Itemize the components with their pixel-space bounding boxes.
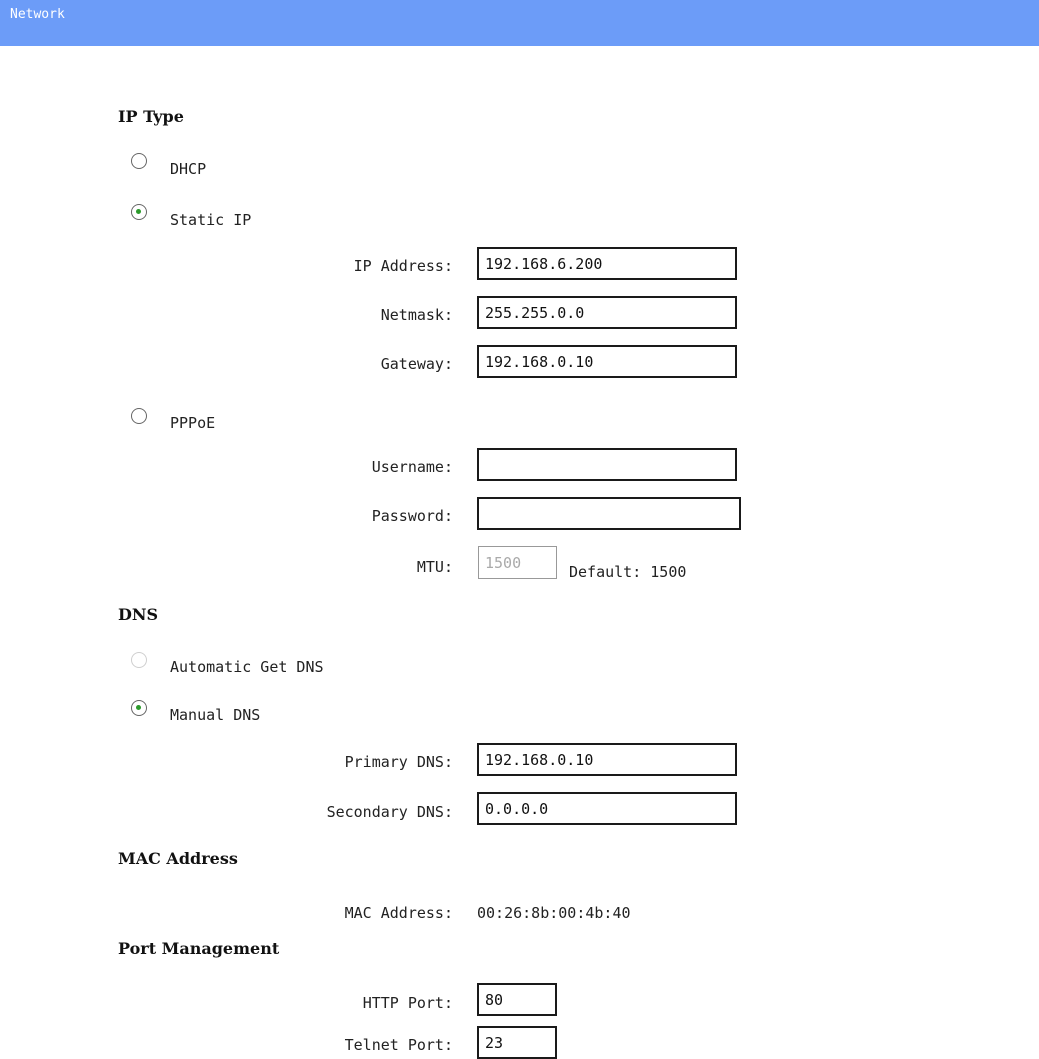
secondary-dns-label: Secondary DNS:	[326, 803, 453, 821]
password-label: Password:	[371, 507, 453, 525]
gateway-input[interactable]	[477, 345, 737, 378]
dhcp-label: DHCP	[170, 160, 207, 178]
manual-dns-label: Manual DNS	[170, 706, 261, 724]
static-ip-label: Static IP	[170, 211, 252, 229]
mtu-label: MTU:	[416, 558, 453, 576]
gateway-label: Gateway:	[380, 355, 453, 373]
section-port-management: Port Management	[118, 939, 280, 958]
username-label: Username:	[371, 458, 453, 476]
ip-address-label: IP Address:	[353, 257, 453, 275]
page-title: Network	[10, 7, 65, 22]
static-ip-radio[interactable]	[131, 204, 147, 220]
mac-address-value: 00:26:8b:00:4b:40	[477, 904, 631, 922]
automatic-dns-label: Automatic Get DNS	[170, 658, 324, 676]
http-port-label: HTTP Port:	[362, 994, 453, 1012]
automatic-dns-radio[interactable]	[131, 652, 147, 668]
ip-address-input[interactable]	[477, 247, 737, 280]
username-input[interactable]	[477, 448, 737, 481]
section-dns: DNS	[118, 605, 159, 624]
netmask-label: Netmask:	[380, 306, 453, 324]
secondary-dns-input[interactable]	[477, 792, 737, 825]
section-mac-address: MAC Address	[118, 849, 238, 868]
page-header: Network	[0, 0, 1039, 46]
manual-dns-radio[interactable]	[131, 700, 147, 716]
password-input[interactable]	[477, 497, 741, 530]
netmask-input[interactable]	[477, 296, 737, 329]
mtu-input[interactable]	[478, 546, 557, 579]
primary-dns-input[interactable]	[477, 743, 737, 776]
mac-address-label: MAC Address:	[344, 904, 453, 922]
mtu-default-text: Default: 1500	[569, 563, 687, 581]
http-port-input[interactable]	[477, 983, 557, 1016]
telnet-port-label: Telnet Port:	[344, 1036, 453, 1054]
pppoe-radio[interactable]	[131, 408, 147, 424]
dhcp-radio[interactable]	[131, 153, 147, 169]
telnet-port-input[interactable]	[477, 1026, 557, 1059]
pppoe-label: PPPoE	[170, 414, 216, 432]
primary-dns-label: Primary DNS:	[344, 753, 453, 771]
section-ip-type: IP Type	[118, 107, 184, 126]
